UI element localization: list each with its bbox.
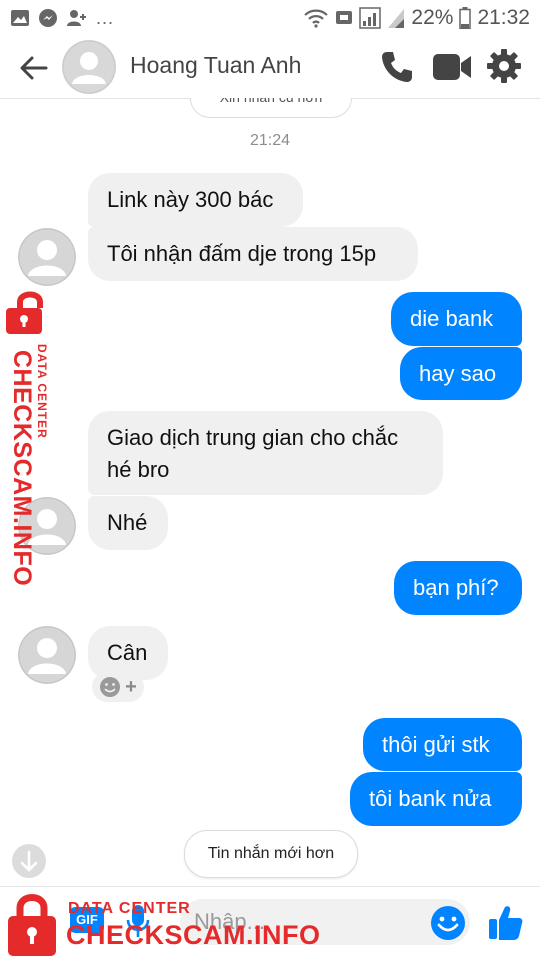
wifi-icon <box>304 9 329 28</box>
message-bubble-incoming[interactable]: Tôi nhận đấm dje trong 15p <box>88 227 418 281</box>
more-notifications-indicator: ... <box>96 7 115 28</box>
thumbs-up-icon[interactable] <box>488 903 524 941</box>
contact-name[interactable]: Hoang Tuan Anh <box>130 52 301 79</box>
default-avatar-icon <box>62 40 116 94</box>
message-bubble-incoming[interactable]: Link này 300 bác <box>88 173 303 227</box>
contact-avatar-small[interactable] <box>18 497 76 555</box>
newer-messages-pill[interactable]: Tin nhắn mới hơn <box>184 830 358 878</box>
message-list[interactable]: Xin nhắn cũ hơn 21:24 Link này 300 bác T… <box>0 98 540 890</box>
signal-icon <box>359 7 382 29</box>
emoji-icon[interactable] <box>430 905 466 941</box>
add-person-notification-icon <box>67 10 86 26</box>
image-notification-icon <box>11 10 29 26</box>
message-bubble-outgoing[interactable]: die bank <box>391 292 522 346</box>
phone-call-icon[interactable] <box>378 48 416 86</box>
contact-avatar-small[interactable] <box>18 626 76 684</box>
reaction-plus: + <box>125 675 137 698</box>
messenger-notification-icon <box>39 9 57 27</box>
default-avatar-icon <box>18 626 76 684</box>
battery-percentage: 22% <box>411 6 454 29</box>
message-bubble-outgoing[interactable]: tôi bank nửa <box>350 772 522 826</box>
battery-icon <box>459 7 472 29</box>
default-avatar-icon <box>18 228 76 286</box>
clock: 21:32 <box>477 6 530 29</box>
microphone-icon[interactable] <box>126 903 150 939</box>
gif-button[interactable]: GIF <box>70 907 104 933</box>
message-composer: GIF <box>0 886 540 961</box>
gear-icon[interactable] <box>486 48 522 84</box>
arrow-down-icon <box>20 850 38 872</box>
status-bar: ... 22% 21:32 <box>0 0 540 36</box>
conversation-header: Hoang Tuan Anh <box>0 36 540 99</box>
older-messages-pill[interactable]: Xin nhắn cũ hơn <box>190 98 352 118</box>
message-bubble-outgoing[interactable]: hay sao <box>400 347 522 400</box>
message-bubble-incoming[interactable]: Nhé <box>88 496 168 550</box>
smiley-face-icon <box>100 677 121 697</box>
message-bubble-incoming[interactable]: Giao dịch trung gian cho chắc hé bro <box>88 411 443 495</box>
signal-icon-2 <box>388 9 405 28</box>
message-bubble-outgoing[interactable]: bạn phí? <box>394 561 522 615</box>
default-avatar-icon <box>18 497 76 555</box>
message-input[interactable] <box>180 899 470 945</box>
message-timestamp: 21:24 <box>249 132 291 149</box>
video-call-icon[interactable] <box>432 50 472 84</box>
message-bubble-outgoing[interactable]: thôi gửi stk <box>363 718 522 771</box>
contact-avatar-small[interactable] <box>18 228 76 286</box>
cast-icon <box>336 11 353 24</box>
contact-avatar[interactable] <box>62 40 116 94</box>
add-reaction-button[interactable]: + <box>92 672 144 702</box>
scroll-to-bottom-button[interactable] <box>12 844 46 878</box>
back-arrow-icon[interactable] <box>16 50 52 86</box>
